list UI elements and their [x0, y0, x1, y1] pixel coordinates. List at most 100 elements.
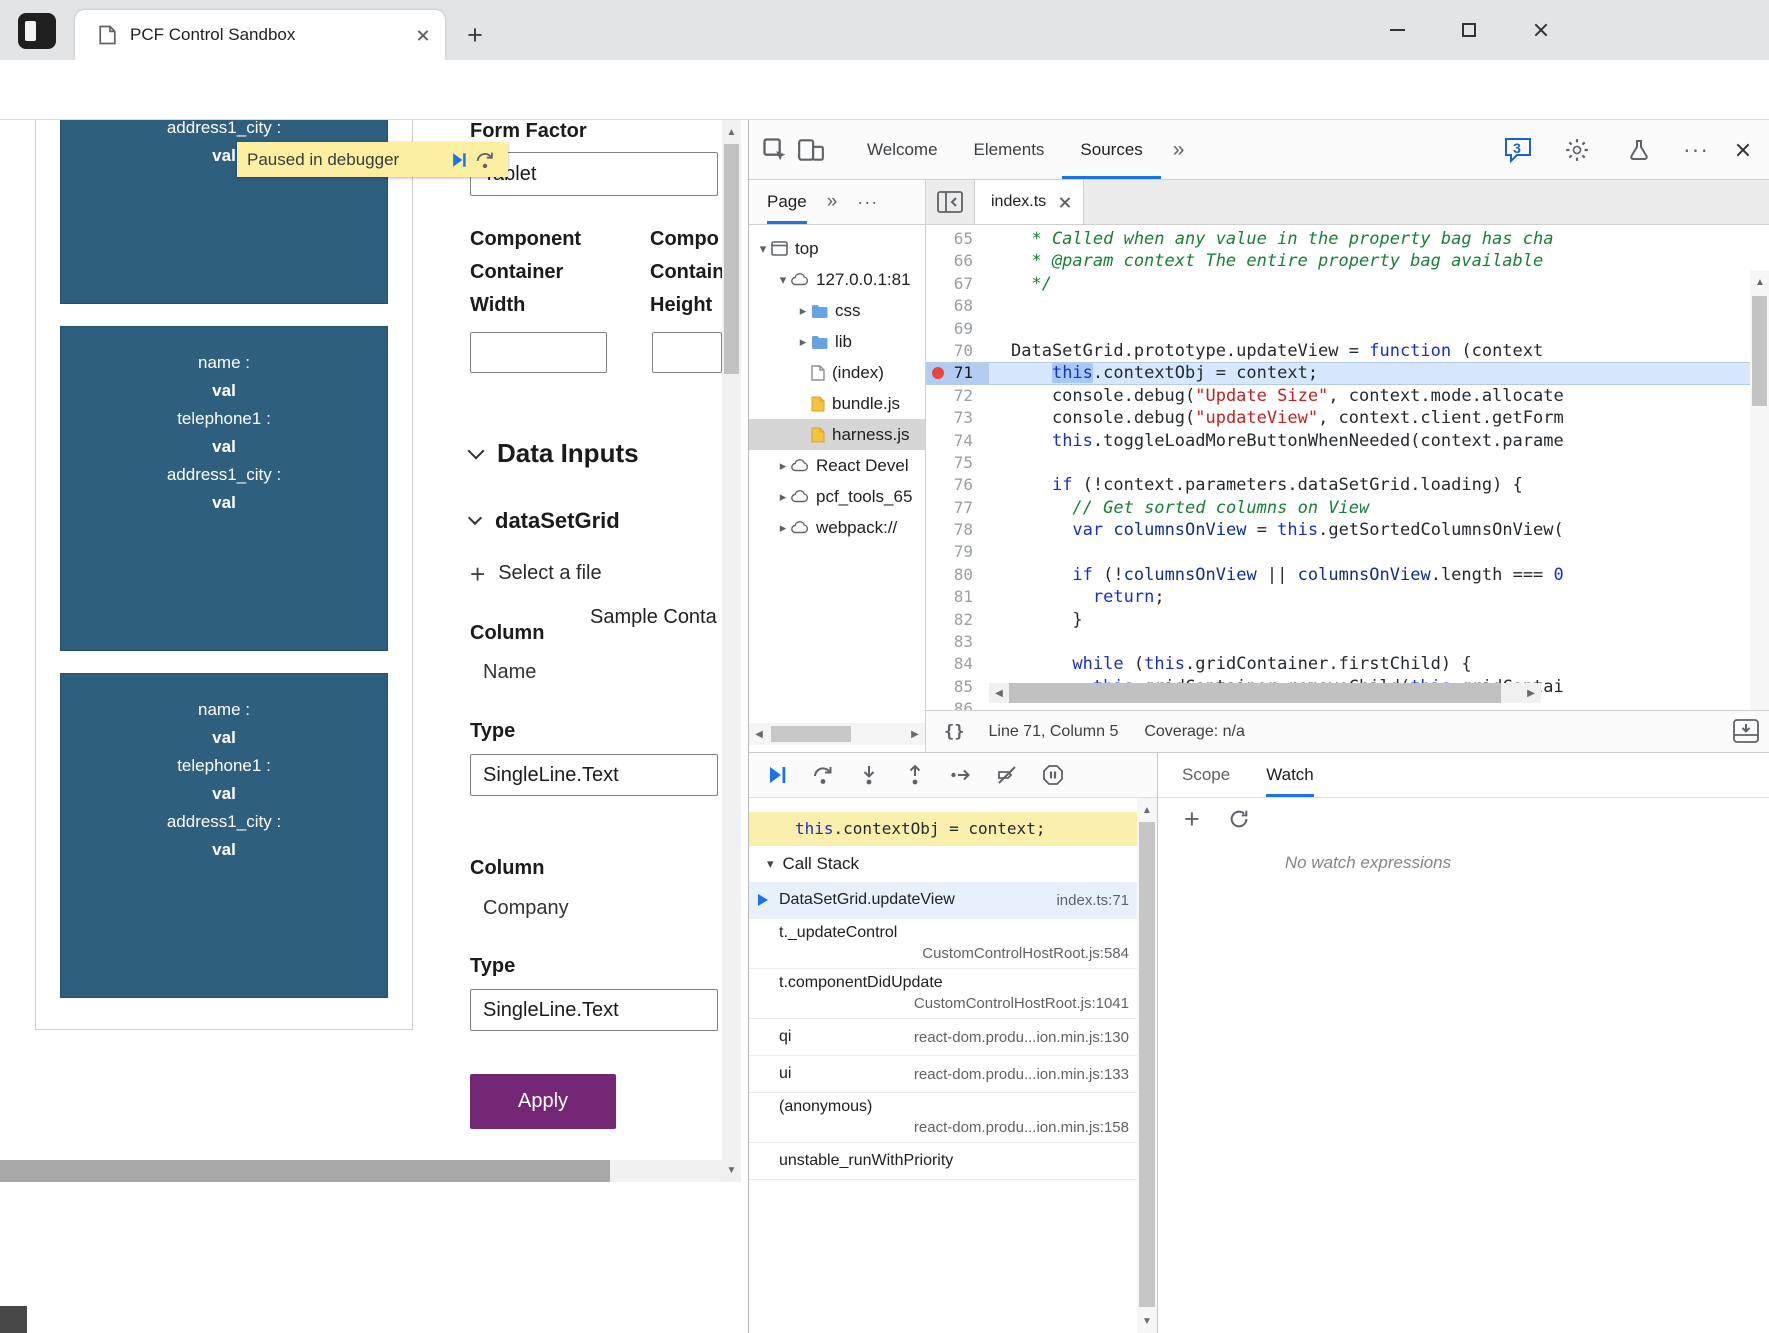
new-tab-button[interactable]: + — [458, 18, 492, 52]
more-tabs-button[interactable]: » — [1161, 138, 1197, 162]
expander-icon[interactable]: ▾ — [775, 272, 791, 288]
sidebar-horizontal-scrollbar[interactable]: ◀ ▶ — [749, 723, 925, 745]
scroll-left-icon[interactable]: ◀ — [989, 683, 1009, 703]
editor-vertical-scrollbar[interactable]: ▲ ▼ — [1750, 270, 1769, 710]
tab-scope[interactable]: Scope — [1182, 753, 1230, 797]
container-width-input[interactable] — [470, 332, 607, 373]
stack-frame[interactable]: (anonymous)react-dom.produ...ion.min.js:… — [749, 1093, 1157, 1143]
code-editor[interactable]: 65 * Called when any value in the proper… — [926, 225, 1769, 710]
devtools-menu-button[interactable]: ··· — [1683, 136, 1709, 163]
breakpoint-icon[interactable] — [932, 367, 944, 379]
select-file-button[interactable]: + Select a file — [470, 562, 602, 585]
sidebar-more-tabs[interactable]: » — [827, 191, 838, 213]
inspect-element-button[interactable] — [757, 132, 793, 168]
page-vertical-scrollbar[interactable]: ▲ ▼ — [722, 120, 741, 1182]
toggle-drawer-button[interactable] — [1733, 719, 1759, 748]
line-number[interactable]: 84 — [926, 653, 989, 675]
tree-item-css[interactable]: ▸css — [749, 295, 925, 326]
resume-button[interactable] — [765, 763, 789, 787]
line-number[interactable]: 70 — [926, 340, 989, 362]
tab-activity-icon[interactable] — [18, 13, 56, 49]
tree-item-top[interactable]: ▾top — [749, 233, 925, 264]
resume-script-icon[interactable] — [446, 147, 472, 173]
tree-item-react-devel[interactable]: ▸React Devel — [749, 450, 925, 481]
scrollbar-thumb[interactable] — [771, 726, 851, 742]
deactivate-breakpoints-button[interactable] — [995, 763, 1019, 787]
line-number[interactable]: 86 — [926, 698, 989, 710]
refresh-watch-button[interactable] — [1228, 808, 1250, 830]
expander-icon[interactable]: ▸ — [775, 520, 791, 536]
scroll-up-icon[interactable]: ▲ — [722, 122, 741, 142]
step-over-icon[interactable] — [472, 147, 498, 173]
line-number[interactable]: 82 — [926, 609, 989, 631]
sidebar-menu-button[interactable]: ··· — [857, 192, 878, 213]
line-number[interactable]: 76 — [926, 474, 989, 496]
scroll-up-icon[interactable]: ▲ — [1137, 800, 1157, 820]
scrollbar-thumb[interactable] — [724, 144, 739, 374]
tab-watch[interactable]: Watch — [1266, 753, 1314, 797]
record-card[interactable]: name :valtelephone1 :valaddress1_city :v… — [60, 326, 388, 651]
line-number[interactable]: 78 — [926, 519, 989, 541]
minimize-button[interactable] — [1372, 8, 1422, 52]
line-number[interactable]: 65 — [926, 228, 989, 250]
tree-item-127-0-0-1-81[interactable]: ▾127.0.0.1:81 — [749, 264, 925, 295]
expander-icon[interactable]: ▸ — [795, 303, 811, 319]
settings-button[interactable] — [1559, 132, 1595, 168]
scroll-up-icon[interactable]: ▲ — [1750, 272, 1769, 292]
expander-icon[interactable]: ▸ — [775, 489, 791, 505]
container-height-input[interactable] — [652, 332, 722, 373]
line-number[interactable]: 75 — [926, 452, 989, 474]
stack-frame[interactable]: DataSetGrid.updateViewindex.ts:71 — [749, 882, 1157, 919]
line-number[interactable]: 80 — [926, 564, 989, 586]
callstack-vertical-scrollbar[interactable]: ▲ ▼ — [1137, 798, 1157, 1333]
scroll-right-icon[interactable]: ▶ — [905, 723, 925, 745]
editor-tab-indexts[interactable]: index.ts — [974, 180, 1084, 224]
stack-frame[interactable]: unstable_runWithPriority — [749, 1143, 1157, 1180]
apply-button[interactable]: Apply — [470, 1074, 616, 1129]
tree-item-harness-js[interactable]: harness.js — [749, 419, 925, 450]
data-inputs-section[interactable]: Data Inputs — [470, 438, 639, 469]
line-number[interactable]: 81 — [926, 586, 989, 608]
scrollbar-thumb[interactable] — [1009, 683, 1501, 703]
pause-on-exceptions-button[interactable] — [1041, 763, 1065, 787]
tree-item-pcf-tools-65[interactable]: ▸pcf_tools_65 — [749, 481, 925, 512]
tree-item-lib[interactable]: ▸lib — [749, 326, 925, 357]
call-stack-header[interactable]: ▾ Call Stack — [749, 845, 1157, 882]
collapse-sidebar-button[interactable] — [926, 180, 974, 224]
experiments-button[interactable] — [1621, 132, 1657, 168]
stack-frame[interactable]: qireact-dom.produ...ion.min.js:130 — [749, 1019, 1157, 1056]
expander-icon[interactable]: ▸ — [775, 458, 791, 474]
breakpoint-entry[interactable] — [749, 798, 1157, 812]
line-number[interactable]: 67 — [926, 273, 989, 295]
close-devtools-icon[interactable] — [1735, 142, 1751, 158]
record-card[interactable]: name :valtelephone1 :valaddress1_city :v… — [60, 673, 388, 998]
tree-item-webpack[interactable]: ▸webpack:// — [749, 512, 925, 543]
scrollbar-thumb[interactable] — [0, 1160, 610, 1182]
scroll-left-icon[interactable]: ◀ — [749, 723, 769, 745]
page-horizontal-scrollbar[interactable] — [0, 1160, 722, 1182]
stack-frame[interactable]: t._updateControlCustomControlHostRoot.js… — [749, 919, 1157, 969]
add-watch-button[interactable]: + — [1184, 809, 1200, 829]
line-number[interactable]: 77 — [926, 497, 989, 519]
line-number[interactable]: 74 — [926, 430, 989, 452]
tree-item-bundle-js[interactable]: bundle.js — [749, 388, 925, 419]
tab-page[interactable]: Page — [767, 180, 807, 224]
scrollbar-thumb[interactable] — [1139, 822, 1155, 1307]
devtools-tab-elements[interactable]: Elements — [956, 120, 1063, 179]
step-into-button[interactable] — [857, 763, 881, 787]
devtools-tab-welcome[interactable]: Welcome — [849, 120, 956, 179]
line-number[interactable]: 69 — [926, 318, 989, 340]
expander-icon[interactable]: ▸ — [795, 334, 811, 350]
tab-close-icon[interactable] — [416, 29, 429, 42]
editor-horizontal-scrollbar[interactable]: ◀ ▶ — [989, 683, 1541, 703]
step-button[interactable] — [949, 763, 973, 787]
line-number[interactable]: 79 — [926, 541, 989, 563]
scroll-down-icon[interactable]: ▼ — [1137, 1311, 1157, 1331]
issues-counter-button[interactable]: 3 — [1503, 136, 1533, 164]
scroll-down-icon[interactable]: ▼ — [722, 1160, 741, 1180]
expander-icon[interactable]: ▾ — [755, 241, 771, 257]
line-number[interactable]: 71 — [926, 362, 989, 384]
pretty-print-icon[interactable]: {} — [944, 722, 964, 742]
scrollbar-thumb[interactable] — [1752, 296, 1767, 406]
stack-frame[interactable]: uireact-dom.produ...ion.min.js:133 — [749, 1056, 1157, 1093]
